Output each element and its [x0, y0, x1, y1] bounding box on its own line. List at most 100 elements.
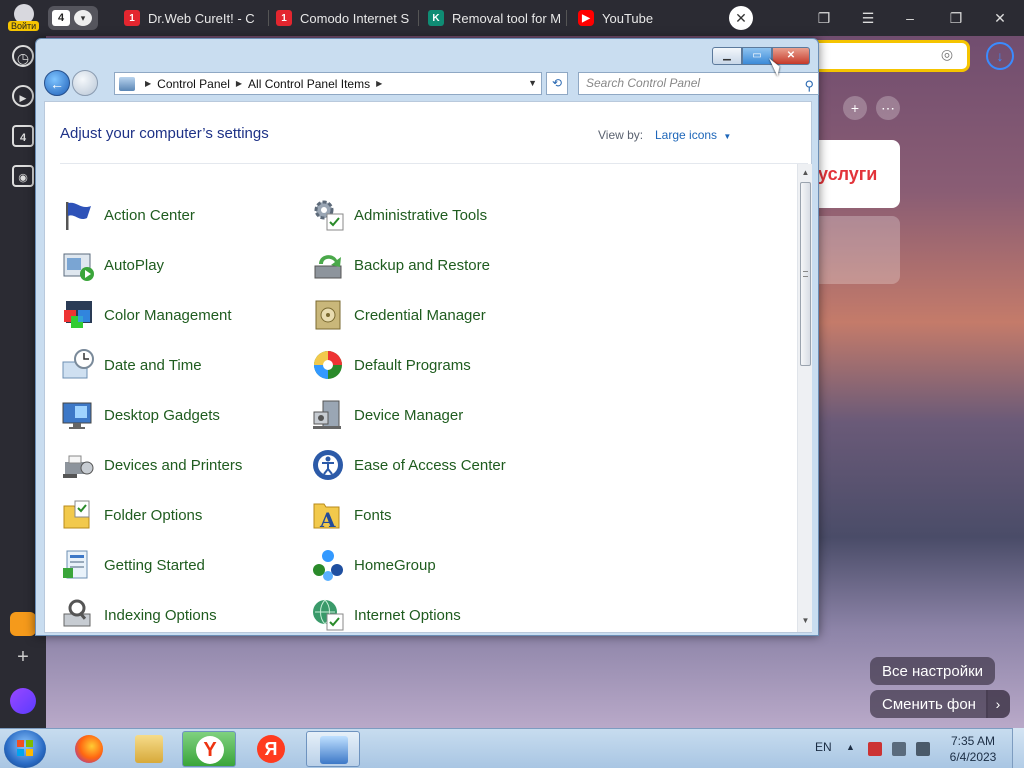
- item-fonts[interactable]: A Fonts: [311, 498, 392, 532]
- taskbar-control-panel[interactable]: [306, 731, 360, 767]
- item-label: Color Management: [104, 306, 232, 324]
- item-autoplay[interactable]: AutoPlay: [61, 248, 164, 282]
- item-ease-of-access[interactable]: Ease of Access Center: [311, 448, 506, 482]
- restore-icon[interactable]: ❐: [945, 7, 967, 29]
- add-icon[interactable]: +: [12, 646, 34, 669]
- clock[interactable]: 7:35 AM 6/4/2023: [944, 733, 1002, 765]
- item-devices-and-printers[interactable]: Devices and Printers: [61, 448, 242, 482]
- scroll-up-icon[interactable]: ▲: [800, 168, 811, 180]
- item-homegroup[interactable]: HomeGroup: [311, 548, 436, 582]
- homegroup-icon: [311, 548, 345, 582]
- item-default-programs[interactable]: Default Programs: [311, 348, 471, 382]
- start-button[interactable]: [4, 730, 46, 768]
- forward-button[interactable]: [72, 70, 98, 96]
- tab-youtube[interactable]: ▶ YouTube: [578, 6, 698, 30]
- svg-text:A: A: [319, 508, 336, 532]
- tab-drweb[interactable]: 1 Dr.Web CureIt! - C: [124, 6, 262, 30]
- item-desktop-gadgets[interactable]: Desktop Gadgets: [61, 398, 220, 432]
- control-panel-icon: [119, 76, 135, 91]
- search-icon[interactable]: ⚲: [804, 75, 814, 96]
- collections-icon[interactable]: ❐: [813, 7, 835, 29]
- item-folder-options[interactable]: Folder Options: [61, 498, 202, 532]
- camera-icon[interactable]: ◎: [936, 46, 958, 66]
- scroll-down-icon[interactable]: ▼: [800, 616, 811, 628]
- history-icon[interactable]: ◷: [12, 45, 34, 67]
- item-date-and-time[interactable]: Date and Time: [61, 348, 202, 382]
- view-by-dropdown[interactable]: Large icons ▼: [655, 128, 731, 142]
- item-action-center[interactable]: Action Center: [61, 198, 195, 232]
- video-icon[interactable]: ▶: [12, 85, 34, 107]
- search-input[interactable]: Search Control Panel ⚲: [578, 72, 819, 95]
- breadcrumb[interactable]: ▶ Control Panel ▶ All Control Panel Item…: [114, 72, 542, 95]
- all-settings-button[interactable]: Все настройки: [870, 657, 996, 685]
- item-label: Folder Options: [104, 506, 203, 524]
- chevron-down-icon[interactable]: ▼: [528, 78, 537, 88]
- more-options-icon[interactable]: ⋯: [876, 96, 900, 120]
- vault-icon: [311, 298, 345, 332]
- chevron-right-icon[interactable]: ▶: [145, 79, 151, 88]
- gosuslugi-tile[interactable]: услуги: [812, 140, 900, 208]
- backup-icon: [311, 248, 345, 282]
- taskbar-explorer[interactable]: [122, 731, 176, 767]
- item-internet-options[interactable]: Internet Options: [311, 598, 461, 632]
- chevron-right-icon[interactable]: ▶: [236, 79, 242, 88]
- item-administrative-tools[interactable]: Administrative Tools: [311, 198, 487, 232]
- download-icon[interactable]: ↓: [986, 42, 1014, 70]
- refresh-button[interactable]: ⟲: [546, 72, 568, 95]
- breadcrumb-all-items[interactable]: All Control Panel Items: [248, 77, 370, 91]
- tab-title: Comodo Internet S: [300, 10, 410, 26]
- close-tab-button[interactable]: ✕: [729, 6, 753, 30]
- alice-icon[interactable]: [10, 688, 36, 714]
- menu-icon[interactable]: ☰: [857, 7, 879, 29]
- add-tile-icon[interactable]: +: [843, 96, 867, 120]
- default-programs-icon: [311, 348, 345, 382]
- back-button[interactable]: ←: [44, 70, 70, 96]
- item-label: Action Center: [104, 206, 195, 224]
- tab-group-button[interactable]: 4 ▾: [48, 6, 98, 30]
- screenshot-icon[interactable]: ◉: [12, 165, 34, 187]
- action-center-tray-icon[interactable]: [868, 742, 882, 756]
- show-desktop-button[interactable]: [1012, 728, 1024, 768]
- login-button[interactable]: Войти: [4, 2, 42, 34]
- yandex-browser-icon: Y: [196, 736, 224, 764]
- minimize-icon[interactable]: –: [899, 7, 921, 29]
- language-indicator[interactable]: EN: [815, 740, 832, 754]
- empty-tile[interactable]: [812, 216, 900, 284]
- view-by-label: View by:: [598, 128, 644, 142]
- sidebar-badge[interactable]: 4: [12, 125, 34, 147]
- item-label: Desktop Gadgets: [104, 406, 220, 424]
- item-backup-and-restore[interactable]: Backup and Restore: [311, 248, 490, 282]
- chevron-right-icon[interactable]: ›: [986, 690, 1010, 718]
- taskbar-yandex[interactable]: Я: [244, 731, 298, 767]
- show-hidden-icons[interactable]: ▲: [846, 742, 855, 752]
- close-icon[interactable]: ✕: [989, 7, 1011, 29]
- window-minimize-button[interactable]: ▁: [712, 47, 742, 65]
- taskbar-firefox[interactable]: [62, 731, 116, 767]
- clock-time: 7:35 AM: [950, 734, 996, 748]
- grip-icon: [803, 271, 808, 277]
- network-tray-icon[interactable]: [892, 742, 906, 756]
- tab-comodo[interactable]: 1 Comodo Internet S: [276, 6, 412, 30]
- item-credential-manager[interactable]: Credential Manager: [311, 298, 486, 332]
- chevron-right-icon[interactable]: ▶: [376, 79, 382, 88]
- item-indexing-options[interactable]: Indexing Options: [61, 598, 217, 632]
- clock-icon: [61, 348, 95, 382]
- breadcrumb-control-panel[interactable]: Control Panel: [157, 77, 230, 91]
- scroll-thumb[interactable]: [800, 182, 811, 366]
- item-label: Default Programs: [354, 356, 471, 374]
- tab-removal-tool[interactable]: K Removal tool for M: [428, 6, 560, 30]
- taskbar-yandex-browser[interactable]: Y: [182, 731, 236, 767]
- control-panel-window: ▁ ▭ ✕ ← ▶ Control Panel ▶ All Control Pa…: [35, 38, 819, 636]
- mail-icon[interactable]: [10, 612, 36, 636]
- drweb-icon: 1: [276, 10, 292, 26]
- login-label: Войти: [8, 21, 40, 31]
- item-label: Getting Started: [104, 556, 205, 574]
- item-getting-started[interactable]: Getting Started: [61, 548, 205, 582]
- item-color-management[interactable]: Color Management: [61, 298, 232, 332]
- window-maximize-button[interactable]: ▭: [742, 47, 772, 65]
- item-device-manager[interactable]: Device Manager: [311, 398, 463, 432]
- change-background-button[interactable]: Сменить фон: [870, 690, 988, 718]
- vertical-scrollbar[interactable]: ▲ ▼: [797, 164, 812, 632]
- volume-muted-icon[interactable]: [916, 742, 930, 756]
- search-placeholder: Search Control Panel: [586, 76, 701, 90]
